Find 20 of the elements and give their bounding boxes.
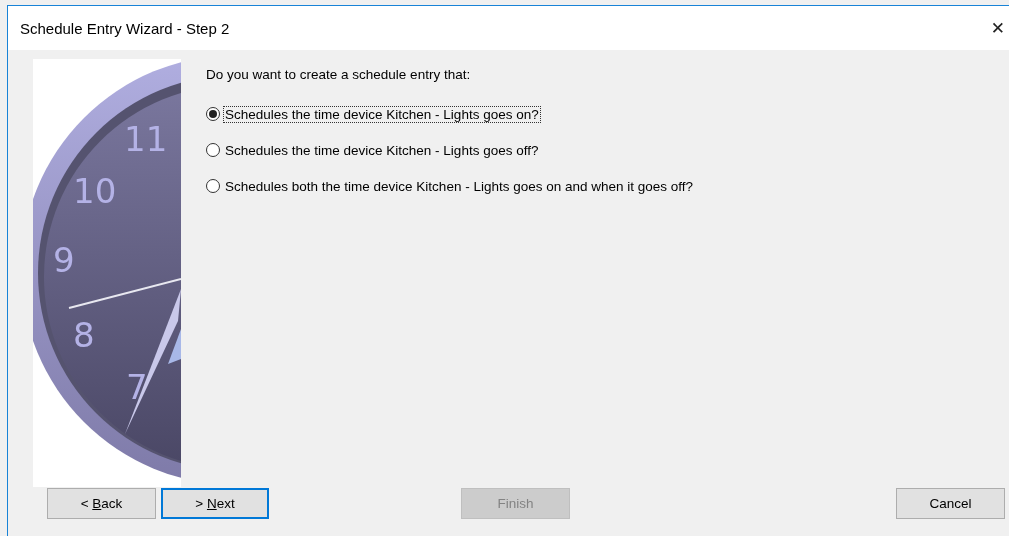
clock-numeral: 8 [73,315,95,355]
window-title: Schedule Entry Wizard - Step 2 [20,19,230,37]
clock-numeral: 10 [73,171,117,211]
option-label: Schedules the time device Kitchen - Lights goes off? [224,141,540,159]
radio-button[interactable] [206,179,220,193]
radio-option[interactable]: Schedules the time device Kitchen - Lights goes on? [206,96,696,132]
wizard-button[interactable]: < Back [47,488,156,519]
clock-numeral: 11 [124,119,168,159]
option-label: Schedules both the time device Kitchen - Lights goes on and when it goes off? [224,177,695,195]
question-text: Do you want to create a schedule entry that: [206,67,472,82]
close-button[interactable]: ✕ [990,18,1009,38]
radio-option[interactable]: Schedules the time device Kitchen - Lights goes off? [206,132,696,168]
wizard-button[interactable]: > Next [161,488,269,519]
wizard-button[interactable]: Cancel [896,488,1005,519]
option-label: Schedules the time device Kitchen - Lights goes on? [223,105,541,123]
radio-button[interactable] [206,107,220,121]
clock-numeral: 7 [126,367,148,407]
radio-option[interactable]: Schedules both the time device Kitchen - Lights goes on and when it goes off? [206,168,696,204]
radio-button[interactable] [206,143,220,157]
clock-numeral: 9 [53,240,75,280]
